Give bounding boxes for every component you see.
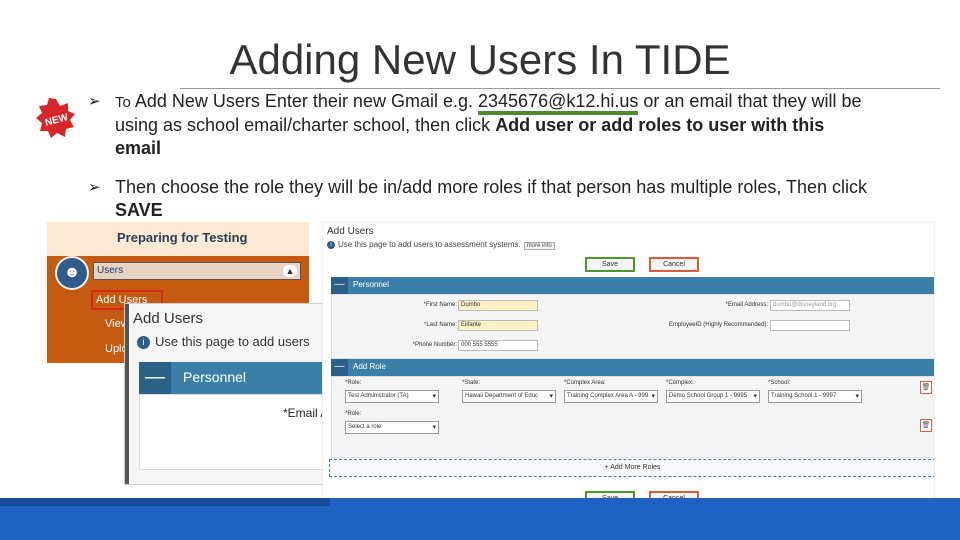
bullet-2-text: Then choose the role they will be in/add… bbox=[115, 177, 868, 197]
chevron-up-icon[interactable]: ▲ bbox=[283, 265, 297, 277]
info-icon: i bbox=[327, 240, 335, 249]
add-role-section-bar[interactable]: — Add Role bbox=[331, 359, 934, 376]
personnel-panel: *First Name: Dumbo *Last Name: Elifante … bbox=[331, 294, 934, 359]
collapse-icon[interactable]: — bbox=[139, 362, 171, 394]
slide: Adding New Users In TIDE NEW ➢ To Add Ne… bbox=[0, 0, 960, 540]
collapse-icon[interactable]: — bbox=[331, 359, 348, 376]
personnel-section-bar[interactable]: — Personnel bbox=[331, 277, 934, 294]
add-role-label: Add Role bbox=[353, 362, 386, 371]
form-help: i Use this page to add users to assessmen… bbox=[327, 240, 555, 250]
form-title: Add Users bbox=[327, 226, 374, 237]
employee-id-label: EmployeeID (Highly Recommended): bbox=[668, 322, 768, 328]
popup-personnel-label: Personnel bbox=[183, 369, 247, 385]
last-name-label: *Last Name: bbox=[423, 322, 457, 328]
school-label: *School: bbox=[768, 380, 791, 386]
users-menu-label: Users bbox=[97, 265, 124, 276]
cancel-button[interactable]: Cancel bbox=[649, 257, 699, 272]
complex-select[interactable]: Demo School Group 1 - 9995 bbox=[666, 390, 760, 403]
menu-heading: Preparing for Testing bbox=[117, 230, 248, 245]
more-info-dropdown[interactable]: more info bbox=[523, 242, 555, 250]
complex-area-label: *Complex Area: bbox=[564, 380, 606, 386]
arrow-bullet-icon: ➢ bbox=[88, 179, 101, 196]
add-users-zoom-popup: Add Users i Use this page to add users — … bbox=[124, 303, 334, 485]
add-more-roles-button[interactable]: + Add More Roles bbox=[329, 459, 934, 477]
delete-role-icon[interactable]: 🗑 bbox=[920, 419, 932, 432]
info-icon: i bbox=[137, 336, 150, 350]
school-select[interactable]: Training School 1 - 9997 bbox=[768, 390, 862, 403]
collapse-icon[interactable]: — bbox=[331, 277, 348, 294]
bullet-2: ➢ Then choose the role they will be in/a… bbox=[88, 176, 888, 222]
add-users-form-screenshot: Add Users i Use this page to add users to… bbox=[322, 222, 935, 505]
state-select[interactable]: Hawaii Department of Educ bbox=[462, 390, 556, 403]
complex-label: *Complex: bbox=[666, 380, 694, 386]
arrow-bullet-icon: ➢ bbox=[88, 93, 101, 110]
email-input[interactable]: dumbo@disneyland.org bbox=[770, 300, 850, 311]
bullet-1-prefix: To bbox=[115, 94, 131, 111]
popup-help: i Use this page to add users bbox=[137, 334, 310, 350]
users-group-icon: ☻ bbox=[55, 256, 89, 290]
new-badge-icon: NEW bbox=[36, 98, 75, 138]
phone-label: *Phone Number: bbox=[412, 342, 457, 348]
role-select[interactable]: Test Administrator (TA) bbox=[345, 390, 439, 403]
phone-input[interactable]: 000 555 5555 bbox=[458, 340, 538, 351]
role2-select[interactable]: Select a role bbox=[345, 421, 439, 434]
slide-title: Adding New Users In TIDE bbox=[229, 36, 731, 83]
email-label: *Email Address: bbox=[725, 302, 768, 308]
popup-personnel-bar[interactable]: — Personnel bbox=[139, 362, 333, 394]
title-divider bbox=[180, 88, 940, 89]
last-name-input[interactable]: Elifante bbox=[458, 320, 538, 331]
popup-title: Add Users bbox=[133, 310, 204, 327]
state-label: *State: bbox=[462, 380, 481, 386]
bullet-1: ➢ To Add New Users Enter their new Gmail… bbox=[88, 90, 868, 160]
users-menu[interactable]: Users ▲ bbox=[93, 262, 301, 280]
example-email: 2345676@k12.hi.us bbox=[478, 91, 639, 115]
first-name-input[interactable]: Dumbo bbox=[458, 300, 538, 311]
bullet-2-bold: SAVE bbox=[115, 200, 163, 220]
save-button[interactable]: Save bbox=[585, 257, 635, 272]
personnel-label: Personnel bbox=[353, 280, 390, 289]
bullet-1-text-a: Add New Users Enter their new Gmail e.g. bbox=[130, 91, 478, 111]
complex-area-select[interactable]: Training Complex Area A - 999 bbox=[564, 390, 658, 403]
add-role-panel: *Role: Test Administrator (TA) *State: H… bbox=[331, 376, 934, 458]
employee-id-input[interactable] bbox=[770, 320, 850, 331]
role-label: *Role: bbox=[345, 380, 362, 386]
first-name-label: *First Name: bbox=[423, 302, 457, 308]
role2-label: *Role: bbox=[345, 411, 362, 417]
delete-role-icon[interactable]: 🗑 bbox=[920, 381, 932, 394]
